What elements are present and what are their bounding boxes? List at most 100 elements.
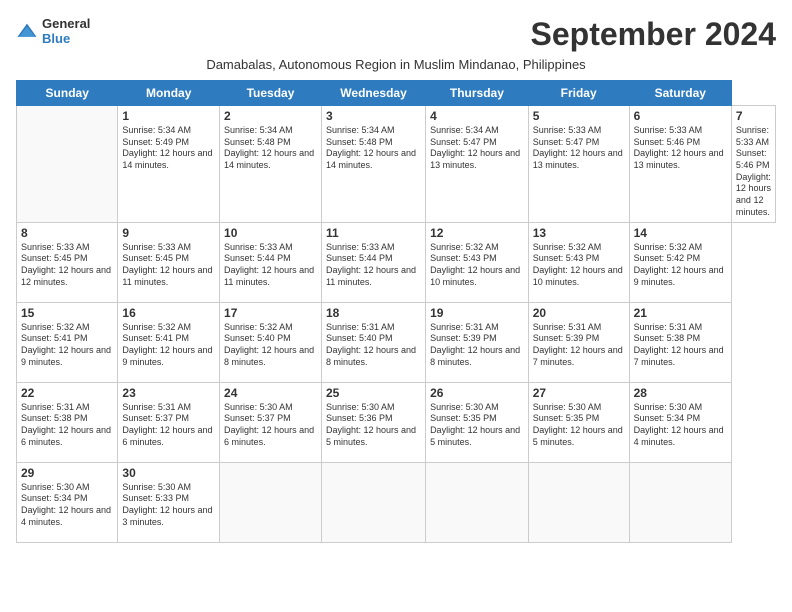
col-header-wednesday: Wednesday bbox=[321, 81, 425, 106]
table-row: 11 Sunrise: 5:33 AMSunset: 5:44 PMDayligh… bbox=[321, 222, 425, 302]
day-number: 26 bbox=[430, 386, 524, 400]
logo-blue: Blue bbox=[42, 31, 90, 46]
day-info: Sunrise: 5:32 AMSunset: 5:40 PMDaylight:… bbox=[224, 322, 317, 369]
table-row: 30 Sunrise: 5:30 AMSunset: 5:33 PMDayligh… bbox=[118, 462, 220, 542]
day-number: 16 bbox=[122, 306, 215, 320]
day-number: 9 bbox=[122, 226, 215, 240]
subtitle: Damabalas, Autonomous Region in Muslim M… bbox=[16, 57, 776, 72]
day-info: Sunrise: 5:30 AMSunset: 5:33 PMDaylight:… bbox=[122, 482, 215, 529]
col-header-thursday: Thursday bbox=[426, 81, 529, 106]
day-number: 13 bbox=[533, 226, 625, 240]
day-info: Sunrise: 5:31 AMSunset: 5:38 PMDaylight:… bbox=[634, 322, 727, 369]
logo-icon bbox=[16, 22, 38, 40]
table-row: 9 Sunrise: 5:33 AMSunset: 5:45 PMDaylight… bbox=[118, 222, 220, 302]
col-header-tuesday: Tuesday bbox=[220, 81, 322, 106]
day-number: 19 bbox=[430, 306, 524, 320]
day-info: Sunrise: 5:34 AMSunset: 5:49 PMDaylight:… bbox=[122, 125, 215, 172]
table-row: 25Sunrise: 5:30 AMSunset: 5:36 PMDayligh… bbox=[321, 382, 425, 462]
logo: General Blue bbox=[16, 16, 90, 46]
day-number: 27 bbox=[533, 386, 625, 400]
table-row: 19 Sunrise: 5:31 AMSunset: 5:39 PMDayligh… bbox=[426, 302, 529, 382]
day-info: Sunrise: 5:32 AMSunset: 5:42 PMDaylight:… bbox=[634, 242, 727, 289]
day-info: Sunrise: 5:32 AMSunset: 5:43 PMDaylight:… bbox=[533, 242, 625, 289]
header: General Blue September 2024 bbox=[16, 16, 776, 53]
day-info: Sunrise: 5:33 AMSunset: 5:46 PMDaylight:… bbox=[736, 125, 771, 219]
day-number: 29 bbox=[21, 466, 113, 480]
day-number: 10 bbox=[224, 226, 317, 240]
table-row: 29 Sunrise: 5:30 AMSunset: 5:34 PMDayligh… bbox=[17, 462, 118, 542]
day-info: Sunrise: 5:31 AMSunset: 5:38 PMDaylight:… bbox=[21, 402, 113, 449]
day-info: Sunrise: 5:30 AMSunset: 5:34 PMDaylight:… bbox=[21, 482, 113, 529]
day-number: 11 bbox=[326, 226, 421, 240]
day-info: Sunrise: 5:31 AMSunset: 5:39 PMDaylight:… bbox=[533, 322, 625, 369]
day-number: 28 bbox=[634, 386, 727, 400]
day-number: 3 bbox=[326, 109, 421, 123]
day-info: Sunrise: 5:30 AMSunset: 5:35 PMDaylight:… bbox=[430, 402, 524, 449]
day-number: 22 bbox=[21, 386, 113, 400]
table-row bbox=[528, 462, 629, 542]
day-info: Sunrise: 5:31 AMSunset: 5:40 PMDaylight:… bbox=[326, 322, 421, 369]
table-row bbox=[321, 462, 425, 542]
table-row: 13 Sunrise: 5:32 AMSunset: 5:43 PMDayligh… bbox=[528, 222, 629, 302]
table-row: 2Sunrise: 5:34 AMSunset: 5:48 PMDaylight… bbox=[220, 106, 322, 223]
day-number: 18 bbox=[326, 306, 421, 320]
table-row: 10 Sunrise: 5:33 AMSunset: 5:44 PMDayligh… bbox=[220, 222, 322, 302]
day-info: Sunrise: 5:31 AMSunset: 5:39 PMDaylight:… bbox=[430, 322, 524, 369]
day-number: 8 bbox=[21, 226, 113, 240]
table-row: 8Sunrise: 5:33 AMSunset: 5:45 PMDaylight… bbox=[17, 222, 118, 302]
day-number: 23 bbox=[122, 386, 215, 400]
table-row: 3 Sunrise: 5:34 AMSunset: 5:48 PMDaylight… bbox=[321, 106, 425, 223]
table-row: 7 Sunrise: 5:33 AMSunset: 5:46 PMDaylight… bbox=[731, 106, 775, 223]
day-number: 4 bbox=[430, 109, 524, 123]
day-info: Sunrise: 5:34 AMSunset: 5:47 PMDaylight:… bbox=[430, 125, 524, 172]
logo-general: General bbox=[42, 16, 90, 31]
table-row bbox=[629, 462, 731, 542]
table-row: 1 Sunrise: 5:34 AMSunset: 5:49 PMDaylight… bbox=[118, 106, 220, 223]
day-info: Sunrise: 5:33 AMSunset: 5:44 PMDaylight:… bbox=[326, 242, 421, 289]
col-header-friday: Friday bbox=[528, 81, 629, 106]
col-header-monday: Monday bbox=[118, 81, 220, 106]
day-number: 1 bbox=[122, 109, 215, 123]
day-number: 2 bbox=[224, 109, 317, 123]
day-number: 21 bbox=[634, 306, 727, 320]
table-row: 6 Sunrise: 5:33 AMSunset: 5:46 PMDaylight… bbox=[629, 106, 731, 223]
day-number: 14 bbox=[634, 226, 727, 240]
month-title: September 2024 bbox=[531, 16, 776, 53]
table-row: 18 Sunrise: 5:31 AMSunset: 5:40 PMDayligh… bbox=[321, 302, 425, 382]
day-info: Sunrise: 5:31 AMSunset: 5:37 PMDaylight:… bbox=[122, 402, 215, 449]
day-info: Sunrise: 5:33 AMSunset: 5:44 PMDaylight:… bbox=[224, 242, 317, 289]
col-header-sunday: Sunday bbox=[17, 81, 118, 106]
day-number: 24 bbox=[224, 386, 317, 400]
day-number: 5 bbox=[533, 109, 625, 123]
day-info: Sunrise: 5:30 AMSunset: 5:35 PMDaylight:… bbox=[533, 402, 625, 449]
table-row: 27 Sunrise: 5:30 AMSunset: 5:35 PMDayligh… bbox=[528, 382, 629, 462]
table-row: 16 Sunrise: 5:32 AMSunset: 5:41 PMDayligh… bbox=[118, 302, 220, 382]
day-info: Sunrise: 5:30 AMSunset: 5:34 PMDaylight:… bbox=[634, 402, 727, 449]
day-info: Sunrise: 5:33 AMSunset: 5:46 PMDaylight:… bbox=[634, 125, 727, 172]
table-row: 28 Sunrise: 5:30 AMSunset: 5:34 PMDayligh… bbox=[629, 382, 731, 462]
table-row: 5 Sunrise: 5:33 AMSunset: 5:47 PMDaylight… bbox=[528, 106, 629, 223]
day-info: Sunrise: 5:30 AMSunset: 5:37 PMDaylight:… bbox=[224, 402, 317, 449]
day-number: 17 bbox=[224, 306, 317, 320]
col-header-saturday: Saturday bbox=[629, 81, 731, 106]
table-row: 24 Sunrise: 5:30 AMSunset: 5:37 PMDayligh… bbox=[220, 382, 322, 462]
table-row bbox=[426, 462, 529, 542]
table-row: 22 Sunrise: 5:31 AMSunset: 5:38 PMDayligh… bbox=[17, 382, 118, 462]
day-number: 12 bbox=[430, 226, 524, 240]
table-row: 4 Sunrise: 5:34 AMSunset: 5:47 PMDaylight… bbox=[426, 106, 529, 223]
day-info: Sunrise: 5:30 AMSunset: 5:36 PMDaylight:… bbox=[326, 402, 421, 449]
table-row: 12Sunrise: 5:32 AMSunset: 5:43 PMDayligh… bbox=[426, 222, 529, 302]
day-info: Sunrise: 5:34 AMSunset: 5:48 PMDaylight:… bbox=[326, 125, 421, 172]
day-info: Sunrise: 5:33 AMSunset: 5:47 PMDaylight:… bbox=[533, 125, 625, 172]
day-number: 30 bbox=[122, 466, 215, 480]
table-row: 17 Sunrise: 5:32 AMSunset: 5:40 PMDayligh… bbox=[220, 302, 322, 382]
day-number: 15 bbox=[21, 306, 113, 320]
table-row: 15 Sunrise: 5:32 AMSunset: 5:41 PMDayligh… bbox=[17, 302, 118, 382]
table-row: 23 Sunrise: 5:31 AMSunset: 5:37 PMDayligh… bbox=[118, 382, 220, 462]
day-info: Sunrise: 5:32 AMSunset: 5:41 PMDaylight:… bbox=[122, 322, 215, 369]
day-number: 7 bbox=[736, 109, 771, 123]
day-number: 6 bbox=[634, 109, 727, 123]
table-row: 26 Sunrise: 5:30 AMSunset: 5:35 PMDayligh… bbox=[426, 382, 529, 462]
day-info: Sunrise: 5:32 AMSunset: 5:41 PMDaylight:… bbox=[21, 322, 113, 369]
day-info: Sunrise: 5:33 AMSunset: 5:45 PMDaylight:… bbox=[122, 242, 215, 289]
